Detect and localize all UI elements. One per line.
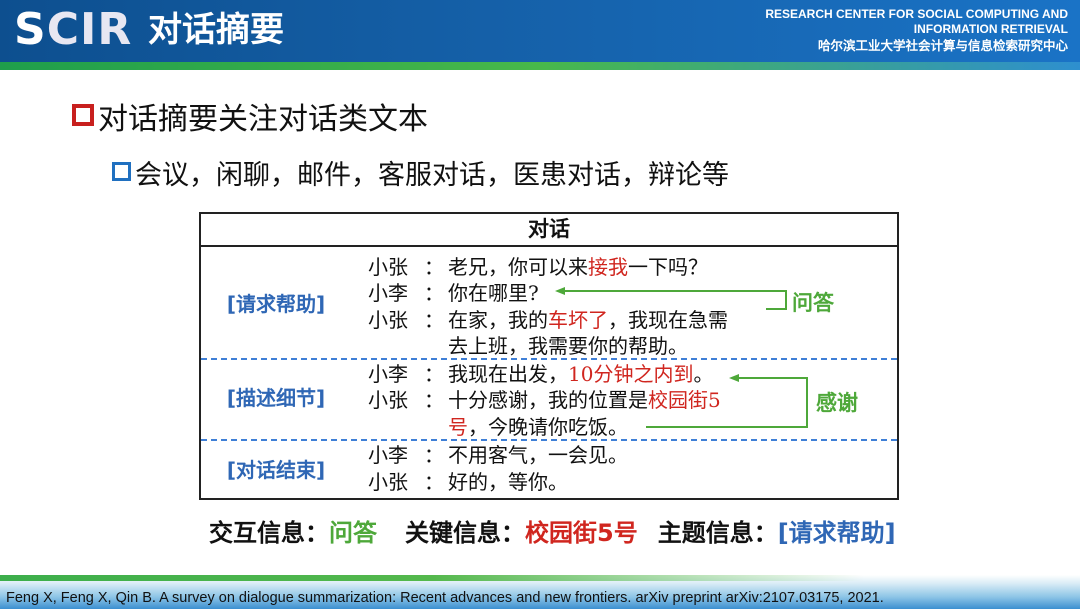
qa-bracket-arrow — [555, 287, 787, 310]
topic-info-value: [请求帮助] — [777, 519, 896, 547]
square-bullet-icon — [112, 162, 131, 181]
footer-accent-stripe — [0, 575, 1080, 581]
key-info-value: 校园街5号 — [525, 519, 638, 547]
thanks-bracket-arrow — [646, 374, 808, 428]
org-english-line-1: RESEARCH CENTER FOR SOCIAL COMPUTING AND — [765, 7, 1068, 21]
scir-logo: SCIR — [14, 4, 133, 55]
page-title: 对话摘要 — [148, 10, 284, 50]
citation-text: Feng X, Feng X, Qin B. A survey on dialo… — [6, 590, 884, 606]
interaction-info-value: 问答 — [329, 519, 377, 547]
header-bar: SCIR 对话摘要 RESEARCH CENTER FOR SOCIAL COM… — [0, 0, 1080, 62]
summary-line: 交互信息：问答 关键信息：校园街5号 主题信息：[请求帮助] — [209, 516, 896, 550]
annotation-thanks: 感谢 — [816, 391, 858, 415]
bullet-level-2-text: 会议，闲聊，邮件，客服对话，医患对话，辩论等 — [135, 160, 729, 191]
header-accent-stripe — [0, 62, 1080, 70]
dialogue-table: 对话 [请求帮助] [描述细节] [对话结束] 小张：老兄，你可以来接我一下吗？… — [199, 212, 899, 500]
topic-info-label: 主题信息： — [657, 519, 778, 547]
bullet-level-1: 对话摘要关注对话类文本 — [72, 100, 428, 140]
annotation-arrows — [555, 287, 808, 428]
key-info-label: 关键信息： — [405, 519, 525, 547]
org-chinese-name: 哈尔滨工业大学社会计算与信息检索研究中心 — [817, 38, 1068, 53]
annotation-qa: 问答 — [792, 291, 834, 315]
bullet-level-1-text: 对话摘要关注对话类文本 — [98, 102, 428, 137]
interaction-info-label: 交互信息： — [209, 519, 329, 547]
square-bullet-icon — [72, 104, 94, 126]
bullet-level-2: 会议，闲聊，邮件，客服对话，医患对话，辩论等 — [112, 158, 729, 194]
organization-name: RESEARCH CENTER FOR SOCIAL COMPUTING AND… — [765, 7, 1068, 54]
org-english-line-2: INFORMATION RETRIEVAL — [913, 22, 1068, 36]
